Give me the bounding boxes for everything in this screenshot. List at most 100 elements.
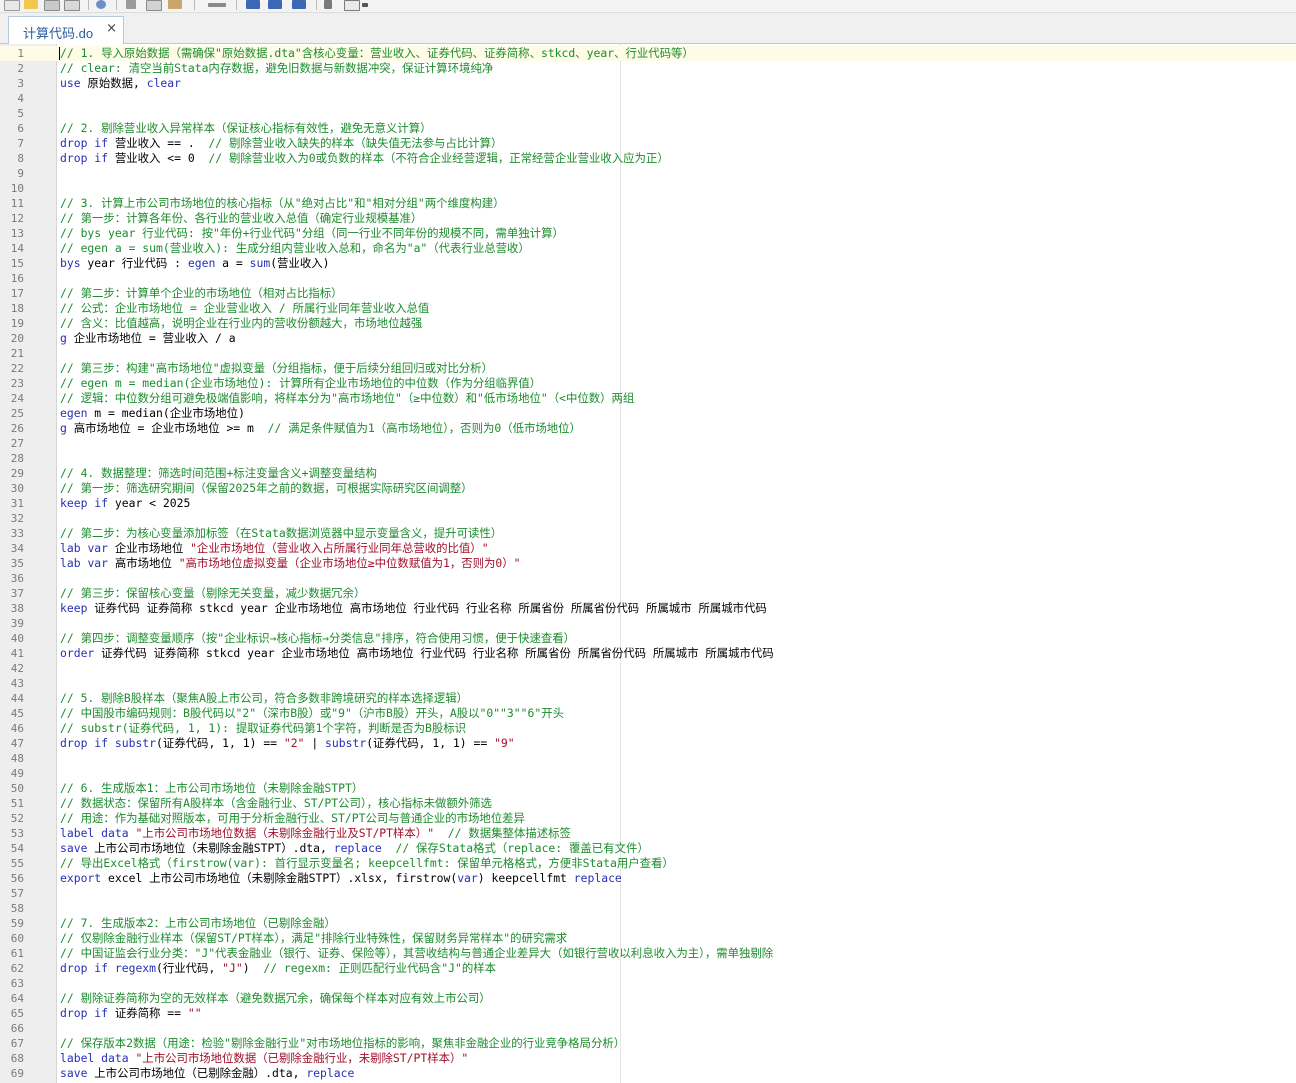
- code-token-plain: year 行业代码 :: [80, 256, 188, 270]
- code-line[interactable]: 69 save 上市公司市场地位（已剔除金融）.dta, replace: [0, 1066, 1296, 1081]
- code-line[interactable]: 31 keep if year < 2025: [0, 496, 1296, 511]
- code-line[interactable]: 61 // 中国证监会行业分类："J"代表金融业（银行、证券、保险等），其营收结构…: [0, 946, 1296, 961]
- code-line[interactable]: 27: [0, 436, 1296, 451]
- code-line[interactable]: 38 keep 证券代码 证券简称 stkcd year 企业市场地位 高市场地位…: [0, 601, 1296, 616]
- run-icon[interactable]: [344, 0, 360, 11]
- code-line[interactable]: 2 // clear: 清空当前Stata内存数据，避免旧数据与新数据冲突，保证计…: [0, 61, 1296, 76]
- open-folder-icon[interactable]: [24, 0, 38, 9]
- code-line[interactable]: 26 g 高市场地位 = 企业市场地位 >= m // 满足条件赋值为1（高市场地…: [0, 421, 1296, 436]
- code-line[interactable]: 59 // 7. 生成版本2：上市公司市场地位（已剔除金融）: [0, 916, 1296, 931]
- code-token-keyword: save: [60, 1066, 88, 1080]
- code-line[interactable]: 7 drop if 营业收入 == . // 剔除营业收入缺失的样本（缺失值无法参…: [0, 136, 1296, 151]
- code-line[interactable]: 60 // 仅剔除金融行业样本（保留ST/PT样本），满足"排除行业特殊性，保留财…: [0, 931, 1296, 946]
- code-line[interactable]: 29 // 4. 数据整理：筛选时间范围+标注变量含义+调整变量结构: [0, 466, 1296, 481]
- code-line[interactable]: 24 // 逻辑：中位数分组可避免极端值影响，将样本分为"高市场地位"（≥中位数）…: [0, 391, 1296, 406]
- find-icon[interactable]: [96, 0, 106, 9]
- code-text: // 第二步：计算单个企业的市场地位（相对占比指标）: [60, 286, 343, 301]
- line-number: 46: [10, 722, 24, 735]
- paste-icon[interactable]: [168, 0, 182, 9]
- code-line[interactable]: 30 // 第一步：筛选研究期间（保留2025年之前的数据，可根据实际研究区间调整…: [0, 481, 1296, 496]
- copy-icon[interactable]: [146, 0, 162, 11]
- code-line[interactable]: 44 // 5. 剔除B股样本（聚焦A股上市公司，符合多数非跨境研究的样本选择逻辑…: [0, 691, 1296, 706]
- code-line[interactable]: 20 g 企业市场地位 = 营业收入 / a: [0, 331, 1296, 346]
- bookmark-prev-icon[interactable]: [292, 0, 306, 9]
- code-line[interactable]: 56 export excel 上市公司市场地位（未剔除金融STPT）.xlsx,…: [0, 871, 1296, 886]
- code-line[interactable]: 54 save 上市公司市场地位（未剔除金融STPT）.dta, replace …: [0, 841, 1296, 856]
- code-line[interactable]: 65 drop if 证券简称 == "": [0, 1006, 1296, 1021]
- code-line[interactable]: 41 order 证券代码 证券简称 stkcd year 企业市场地位 高市场地…: [0, 646, 1296, 661]
- dropdown-icon[interactable]: [362, 3, 368, 7]
- code-token-plain: excel 上市公司市场地位（未剔除金融STPT）.xlsx, firstrow…: [101, 871, 458, 885]
- bookmark-icon[interactable]: [246, 0, 260, 9]
- code-line[interactable]: 6 // 2. 剔除营业收入异常样本（保证核心指标有效性，避免无意义计算）: [0, 121, 1296, 136]
- code-line[interactable]: 68 label data "上市公司市场地位数据（已剔除金融行业，未剔除ST/P…: [0, 1051, 1296, 1066]
- code-line[interactable]: 8 drop if 营业收入 <= 0 // 剔除营业收入为0或负数的样本（不符合…: [0, 151, 1296, 166]
- code-line[interactable]: 25 egen m = median(企业市场地位): [0, 406, 1296, 421]
- code-line[interactable]: 42: [0, 661, 1296, 676]
- code-line[interactable]: 39: [0, 616, 1296, 631]
- code-text: // egen m = median(企业市场地位): 计算所有企业市场地位的中…: [60, 376, 541, 391]
- indent-icon[interactable]: [324, 0, 332, 9]
- code-line[interactable]: 17 // 第二步：计算单个企业的市场地位（相对占比指标）: [0, 286, 1296, 301]
- line-number: 45: [10, 707, 24, 720]
- code-line[interactable]: 50 // 6. 生成版本1：上市公司市场地位（未剔除金融STPT）: [0, 781, 1296, 796]
- code-line[interactable]: 45 // 中国股市编码规则：B股代码以"2"（深市B股）或"9"（沪市B股）开头…: [0, 706, 1296, 721]
- code-line[interactable]: 46 // substr(证券代码, 1, 1): 提取证券代码第1个字符，判断是…: [0, 721, 1296, 736]
- code-line[interactable]: 5: [0, 106, 1296, 121]
- bookmark-next-icon[interactable]: [268, 0, 282, 9]
- save-icon[interactable]: [44, 0, 60, 11]
- code-token-comment: // 第二步：计算单个企业的市场地位（相对占比指标）: [60, 286, 343, 300]
- code-line[interactable]: 57: [0, 886, 1296, 901]
- code-line[interactable]: 67 // 保存版本2数据（用途：检验"剔除金融行业"对市场地位指标的影响，聚焦非…: [0, 1036, 1296, 1051]
- tab-do-file[interactable]: 计算代码.do ×: [8, 16, 124, 44]
- code-line[interactable]: 11 // 3. 计算上市公司市场地位的核心指标（从"绝对占比"和"相对分组"两个…: [0, 196, 1296, 211]
- code-line[interactable]: 52 // 用途：作为基础对照版本，可用于分析金融行业、ST/PT公司与普通企业的…: [0, 811, 1296, 826]
- code-line[interactable]: 48: [0, 751, 1296, 766]
- code-line[interactable]: 62 drop if regexm(行业代码, "J") // regexm: 正…: [0, 961, 1296, 976]
- code-line[interactable]: 16: [0, 271, 1296, 286]
- code-line[interactable]: 37 // 第三步：保留核心变量（剔除无关变量，减少数据冗余）: [0, 586, 1296, 601]
- new-file-icon[interactable]: [4, 0, 20, 11]
- print-icon[interactable]: [64, 0, 80, 11]
- code-line[interactable]: 49: [0, 766, 1296, 781]
- code-editor[interactable]: 1 // 1. 导入原始数据（需确保"原始数据.dta"含核心变量：营业收入、证券…: [0, 44, 1296, 1083]
- code-line[interactable]: 9: [0, 166, 1296, 181]
- close-icon[interactable]: ×: [106, 21, 117, 36]
- undo-icon[interactable]: [208, 3, 226, 7]
- code-line[interactable]: 4: [0, 91, 1296, 106]
- code-line[interactable]: 33 // 第二步：为核心变量添加标签（在Stata数据浏览器中显示变量含义，提升…: [0, 526, 1296, 541]
- code-token-comment: // 含义：比值越高，说明企业在行业内的营收份额越大，市场地位越强: [60, 316, 423, 330]
- code-line[interactable]: 55 // 导出Excel格式（firstrow(var): 首行显示变量名; k…: [0, 856, 1296, 871]
- code-line[interactable]: 15 bys year 行业代码 : egen a = sum(营业收入): [0, 256, 1296, 271]
- code-token-plain: 企业市场地位: [108, 541, 191, 555]
- code-line[interactable]: 32: [0, 511, 1296, 526]
- code-line[interactable]: 58: [0, 901, 1296, 916]
- code-line[interactable]: 13 // bys year 行业代码: 按"年份+行业代码"分组（同一行业不同年…: [0, 226, 1296, 241]
- code-line[interactable]: 63: [0, 976, 1296, 991]
- code-line[interactable]: 53 label data "上市公司市场地位数据（未剔除金融行业及ST/PT样本…: [0, 826, 1296, 841]
- code-line[interactable]: 47 drop if substr(证券代码, 1, 1) == "2" | su…: [0, 736, 1296, 751]
- code-line[interactable]: 64 // 剔除证券简称为空的无效样本（避免数据冗余，确保每个样本对应有效上市公司…: [0, 991, 1296, 1006]
- code-line[interactable]: 21: [0, 346, 1296, 361]
- code-token-keyword: export: [60, 871, 102, 885]
- code-line[interactable]: 51 // 数据状态：保留所有A股样本（含金融行业、ST/PT公司），核心指标未做…: [0, 796, 1296, 811]
- code-line[interactable]: 66: [0, 1021, 1296, 1036]
- code-line[interactable]: 35 lab var 高市场地位 "高市场地位虚拟变量（企业市场地位≥中位数赋值为…: [0, 556, 1296, 571]
- code-token-comment: // egen m = median(企业市场地位): 计算所有企业市场地位的中…: [60, 376, 542, 390]
- code-line[interactable]: 3 use 原始数据, clear: [0, 76, 1296, 91]
- code-line[interactable]: 22 // 第三步：构建"高市场地位"虚拟变量（分组指标，便于后续分组回归或对比分…: [0, 361, 1296, 376]
- code-line[interactable]: 18 // 公式：企业市场地位 = 企业营业收入 / 所属行业同年营业收入总值: [0, 301, 1296, 316]
- code-line[interactable]: 14 // egen a = sum(营业收入): 生成分组内营业收入总和，命名为…: [0, 241, 1296, 256]
- cut-icon[interactable]: [126, 0, 136, 9]
- code-line[interactable]: 36: [0, 571, 1296, 586]
- code-line[interactable]: 43: [0, 676, 1296, 691]
- toolbar: [0, 0, 1296, 13]
- code-line[interactable]: 19 // 含义：比值越高，说明企业在行业内的营收份额越大，市场地位越强: [0, 316, 1296, 331]
- code-line[interactable]: 23 // egen m = median(企业市场地位): 计算所有企业市场地位…: [0, 376, 1296, 391]
- code-line[interactable]: 1 // 1. 导入原始数据（需确保"原始数据.dta"含核心变量：营业收入、证券…: [0, 46, 1296, 61]
- code-line[interactable]: 40 // 第四步：调整变量顺序（按"企业标识→核心指标→分类信息"排序，符合使用…: [0, 631, 1296, 646]
- code-line[interactable]: 12 // 第一步：计算各年份、各行业的营业收入总值（确定行业规模基准）: [0, 211, 1296, 226]
- code-line[interactable]: 34 lab var 企业市场地位 "企业市场地位（营业收入占所属行业同年总营收的…: [0, 541, 1296, 556]
- code-line[interactable]: 28: [0, 451, 1296, 466]
- code-line[interactable]: 10: [0, 181, 1296, 196]
